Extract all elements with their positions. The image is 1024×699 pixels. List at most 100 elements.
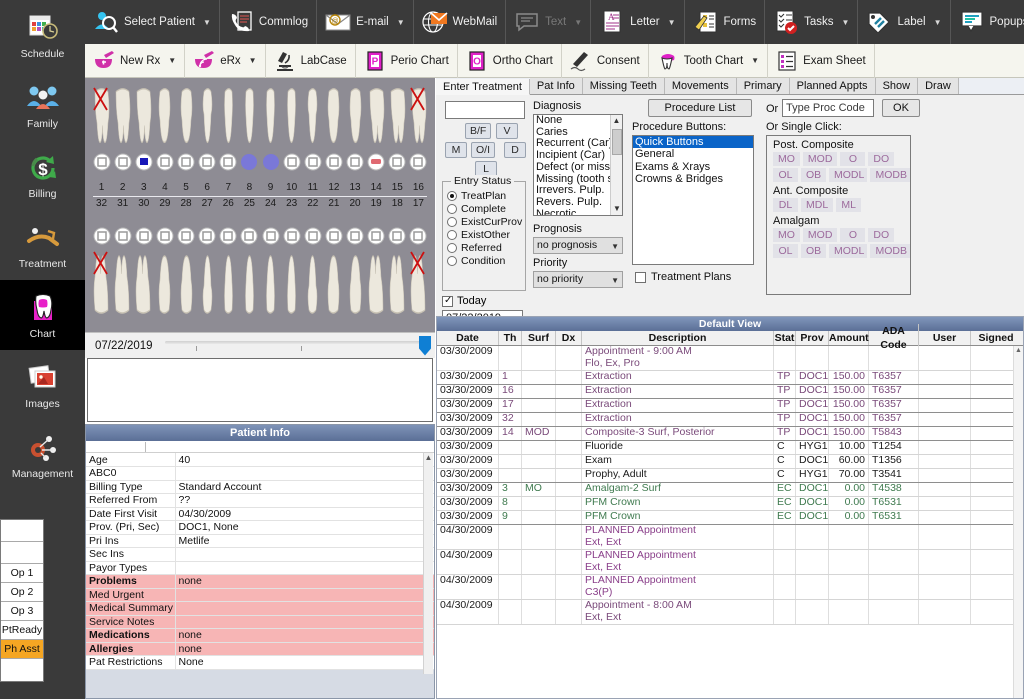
toolbar-button-popups[interactable]: Popups: [951, 0, 1024, 44]
tooth-20[interactable]: [345, 250, 366, 316]
operatory-op-1[interactable]: Op 1: [1, 564, 43, 583]
tooth-22[interactable]: [302, 250, 323, 316]
tab-pat-info[interactable]: Pat Info: [529, 78, 583, 94]
tooth-11[interactable]: [302, 86, 323, 148]
tooth-15[interactable]: [387, 86, 408, 148]
tooth-crown-26[interactable]: [218, 227, 239, 245]
quick-button-o[interactable]: O: [840, 152, 866, 166]
chevron-down-icon[interactable]: ▼: [249, 56, 257, 65]
sidebar-item-billing[interactable]: $ Billing: [0, 140, 85, 210]
ok-button[interactable]: OK: [882, 99, 920, 117]
table-row[interactable]: 03/30/2009 14 MOD Composite-3 Surf, Posteri…: [437, 427, 1023, 441]
radio-button[interactable]: [447, 230, 457, 240]
treatment-plans-checkbox[interactable]: [635, 271, 646, 283]
patient-info-row[interactable]: Sec Ins: [86, 547, 434, 562]
tooth-crown-20[interactable]: [345, 227, 366, 245]
grid-column-header[interactable]: Date: [437, 331, 499, 345]
tooth-crown-27[interactable]: [197, 227, 218, 245]
table-row[interactable]: 04/30/2009 PLANNED Appointment Ext, Ext: [437, 525, 1023, 550]
grid-column-header[interactable]: User: [919, 331, 971, 345]
tab-planned-appts[interactable]: Planned Appts: [789, 78, 876, 94]
tooth-24[interactable]: [260, 250, 281, 316]
table-row[interactable]: 03/30/2009 1 Extraction TP DOC1 150.00 T6357: [437, 371, 1023, 385]
quick-button-ob[interactable]: OB: [801, 244, 826, 258]
tooth-10[interactable]: [281, 86, 302, 148]
chevron-down-icon[interactable]: ▼: [934, 18, 942, 27]
toolbar-button-forms[interactable]: Forms: [685, 0, 766, 44]
tooth-crown-12[interactable]: [323, 153, 344, 171]
tab-movements[interactable]: Movements: [664, 78, 737, 94]
radio-button[interactable]: [447, 204, 457, 214]
date-slider-bar[interactable]: 07/22/2019: [85, 332, 435, 358]
today-checkbox[interactable]: [442, 295, 453, 307]
subtoolbar-button-exam-sheet[interactable]: Exam Sheet: [768, 43, 875, 78]
radio-button[interactable]: [447, 191, 457, 201]
tooth-23[interactable]: [281, 250, 302, 316]
sidebar-item-family[interactable]: Family: [0, 70, 85, 140]
subtoolbar-button-erx[interactable]: eRx ▼: [185, 43, 266, 78]
quick-button-mod[interactable]: MOD: [802, 152, 838, 166]
tooth-crown-23[interactable]: [281, 227, 302, 245]
tooth-crown-19[interactable]: [366, 227, 387, 245]
quick-button-modl[interactable]: MODL: [829, 244, 868, 258]
entry-status-option-existcurprov[interactable]: ExistCurProv: [447, 216, 525, 228]
tooth-29[interactable]: [154, 250, 175, 316]
tooth-12[interactable]: [323, 86, 344, 148]
tab-show[interactable]: Show: [875, 78, 919, 94]
quick-button-ml[interactable]: ML: [836, 198, 862, 212]
grid-column-header[interactable]: Description: [582, 331, 774, 345]
procedure-buttons-listbox[interactable]: Quick Buttons General Exams & Xrays Crowns …: [632, 135, 754, 265]
patient-info-row[interactable]: Payor Types: [86, 561, 434, 575]
tooth-27[interactable]: [197, 250, 218, 316]
operatory-ph-asst[interactable]: Ph Asst: [1, 640, 43, 659]
table-row[interactable]: 03/30/2009 32 Extraction TP DOC1 150.00 T6357: [437, 413, 1023, 427]
chevron-down-icon[interactable]: ▼: [168, 56, 176, 65]
diagnosis-option[interactable]: None: [534, 115, 622, 127]
tooth-crown-31[interactable]: [112, 227, 133, 245]
patient-info-row[interactable]: Referred From??: [86, 493, 434, 508]
scroll-thumb[interactable]: [612, 129, 622, 155]
scroll-up-icon[interactable]: ▲: [424, 453, 433, 463]
tooth-crown-11[interactable]: [302, 153, 323, 171]
operatory-empty-slot[interactable]: [1, 542, 43, 564]
quick-button-ob[interactable]: OB: [801, 168, 826, 182]
procedure-button-option[interactable]: Exams & Xrays: [633, 161, 753, 173]
tooth-crown-7[interactable]: [218, 153, 239, 171]
grid-column-header[interactable]: Stat: [774, 331, 796, 345]
tooth-32[interactable]: [91, 250, 112, 316]
upper-teeth-row[interactable]: [91, 80, 429, 148]
sidebar-item-schedule[interactable]: Schedule: [0, 0, 85, 70]
quick-button-mod[interactable]: MOD: [802, 228, 838, 242]
patient-info-row[interactable]: Medical Summary: [86, 601, 434, 616]
patient-info-row[interactable]: ABC0: [86, 466, 434, 481]
procedure-button-option[interactable]: General: [633, 148, 753, 160]
patient-info-row[interactable]: Prov. (Pri, Sec) DOC1, None: [86, 520, 434, 535]
chevron-down-icon[interactable]: ▼: [842, 18, 850, 27]
radio-button[interactable]: [447, 256, 457, 266]
diagnosis-option[interactable]: Defect (or miss: [534, 161, 622, 174]
toolbar-button-e-mail[interactable]: @ E-mail ▼: [317, 0, 414, 44]
tooth-crown-17[interactable]: [408, 227, 429, 245]
entry-status-option-referred[interactable]: Referred: [447, 242, 525, 254]
grid-column-header[interactable]: Dx: [556, 331, 582, 345]
tab-draw[interactable]: Draw: [918, 78, 959, 94]
toolbar-button-webmail[interactable]: WebMail: [414, 0, 507, 44]
tab-primary[interactable]: Primary: [736, 78, 790, 94]
tooth-crown-15[interactable]: [387, 153, 408, 171]
tooth-26[interactable]: [218, 250, 239, 316]
grid-body[interactable]: 03/30/2009 Appointment - 9:00 AM Flo, Ex, …: [437, 346, 1023, 625]
patient-info-scrollbar[interactable]: ▲: [423, 453, 433, 674]
tooth-21[interactable]: [323, 250, 344, 316]
table-row[interactable]: 03/30/2009 3 MO Amalgam-2 Surf EC DOC1 0.00 T45…: [437, 483, 1023, 497]
tooth-8[interactable]: [239, 86, 260, 148]
tooth-crown-14[interactable]: [366, 153, 387, 171]
quick-button-ol[interactable]: OL: [773, 244, 798, 258]
tooth-crown-4[interactable]: [154, 153, 175, 171]
table-row[interactable]: 03/30/2009 Prophy, Adult C HYG1 70.00 T3541: [437, 469, 1023, 483]
tooth-crown-29[interactable]: [154, 227, 175, 245]
table-row[interactable]: 03/30/2009 Fluoride C HYG1 10.00 T1254: [437, 441, 1023, 455]
tooth-crown-3[interactable]: [133, 153, 154, 171]
operatory-op-3[interactable]: Op 3: [1, 602, 43, 621]
tooth-crown-1[interactable]: [91, 153, 112, 171]
tooth-19[interactable]: [366, 250, 387, 316]
